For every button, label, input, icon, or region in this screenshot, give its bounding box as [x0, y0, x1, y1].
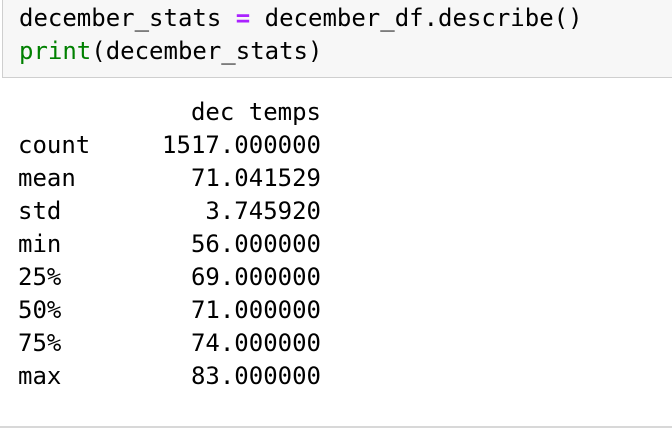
- notebook-cell: december_stats = december_df.describe() …: [0, 0, 672, 436]
- row-value: 3.745920: [205, 197, 321, 225]
- code-print-args: (december_stats): [91, 37, 323, 65]
- output-row: std 3.745920: [18, 195, 321, 228]
- output-row: 75% 74.000000: [18, 327, 321, 360]
- row-label: count: [18, 131, 91, 159]
- row-value: 56.000000: [190, 230, 321, 258]
- row-label: 25%: [18, 263, 62, 291]
- output-row: 25% 69.000000: [18, 261, 321, 294]
- row-value: 83.000000: [190, 362, 321, 390]
- row-label: 75%: [18, 329, 62, 357]
- row-value: 74.000000: [190, 329, 321, 357]
- row-label: 50%: [18, 296, 62, 324]
- code-expression: december_df.describe(): [264, 4, 583, 32]
- code-variable: december_stats: [19, 4, 222, 32]
- code-line-2[interactable]: print(december_stats): [19, 36, 322, 66]
- output-row: count 1517.000000: [18, 129, 321, 162]
- output-header-row: dec temps: [18, 96, 321, 129]
- cell-output: dec temps count 1517.000000 mean 71.041529…: [18, 96, 321, 393]
- row-value: 69.000000: [190, 263, 321, 291]
- cell-divider: [0, 426, 672, 428]
- code-line-1[interactable]: december_stats = december_df.describe(): [19, 3, 583, 33]
- row-value: 71.041529: [190, 164, 321, 192]
- row-value: 1517.000000: [162, 131, 321, 159]
- row-label: min: [18, 230, 62, 258]
- output-row: max 83.000000: [18, 360, 321, 393]
- row-label: max: [18, 362, 62, 390]
- code-input-area[interactable]: december_stats = december_df.describe() …: [2, 0, 672, 78]
- output-row: mean 71.041529: [18, 162, 321, 195]
- code-builtin-print: print: [19, 37, 92, 65]
- output-row: 50% 71.000000: [18, 294, 321, 327]
- row-value: 71.000000: [190, 296, 321, 324]
- code-operator: =: [235, 4, 251, 32]
- output-row: min 56.000000: [18, 228, 321, 261]
- column-header: dec temps: [190, 98, 321, 126]
- row-label: mean: [18, 164, 76, 192]
- row-label: std: [18, 197, 62, 225]
